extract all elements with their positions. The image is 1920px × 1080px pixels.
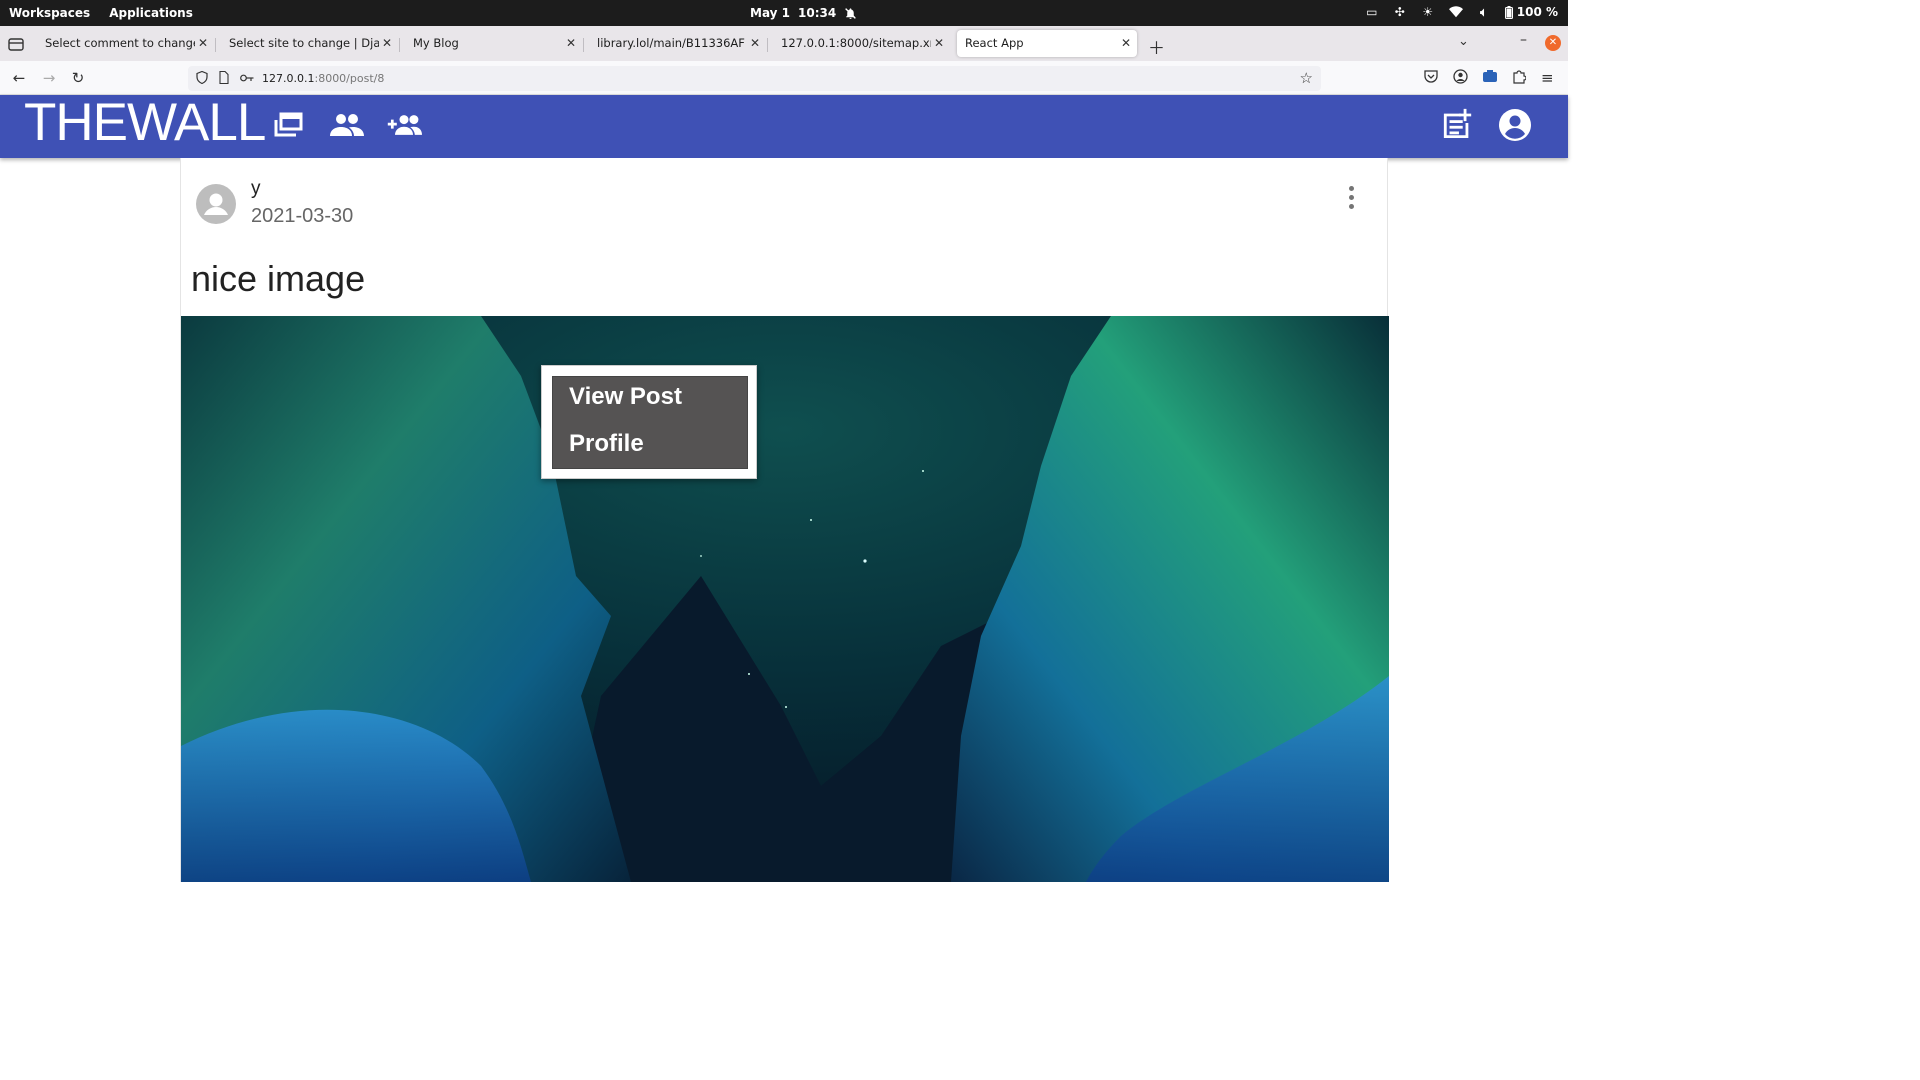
post-author[interactable]: y	[251, 178, 261, 200]
post-date: 2021-03-30	[251, 205, 354, 227]
posts-collection-icon[interactable]	[270, 109, 306, 141]
menu-item-view-post[interactable]: View Post	[569, 383, 682, 411]
people-icon[interactable]	[329, 109, 365, 141]
new-post-icon[interactable]	[1440, 107, 1476, 139]
tab-react-app[interactable]: React App ✕	[957, 30, 1137, 57]
post-title: nice image	[191, 258, 366, 299]
bookmark-star-icon[interactable]: ☆	[1300, 69, 1313, 87]
tab-label: My Blog	[413, 36, 459, 50]
account-circle-icon[interactable]	[1498, 108, 1532, 142]
menu-item-profile[interactable]: Profile	[569, 430, 644, 458]
brightness-icon[interactable]: ☀	[1421, 5, 1435, 19]
context-menu: View Post Profile	[541, 365, 757, 479]
close-tab-icon[interactable]: ✕	[934, 36, 944, 50]
account-icon[interactable]	[1453, 69, 1468, 84]
tab-label: React App	[965, 36, 1024, 50]
minimize-window-button[interactable]: –	[1520, 32, 1527, 48]
forward-arrow-icon[interactable]: →	[40, 69, 58, 87]
default-avatar-icon	[204, 193, 228, 215]
battery-status[interactable]: 100 %	[1504, 5, 1558, 19]
app-header: THEWALL	[0, 92, 1568, 158]
close-tab-icon[interactable]: ✕	[750, 36, 760, 50]
clock-time: 10:34	[798, 6, 837, 20]
close-tab-icon[interactable]: ✕	[1121, 36, 1131, 50]
volume-icon[interactable]: 🔈︎	[1477, 5, 1491, 19]
tab-sitemap[interactable]: 127.0.0.1:8000/sitemap.xml ✕	[773, 30, 950, 57]
clock-date: May 1	[750, 6, 791, 20]
add-friend-icon[interactable]	[386, 109, 422, 141]
clock[interactable]: May 1 10:34	[750, 6, 857, 20]
browser-tab-strip: Select comment to change | Django site a…	[0, 26, 1568, 61]
reload-icon[interactable]: ↻	[69, 69, 87, 87]
tab-django-sites[interactable]: Select site to change | Django site admi…	[221, 30, 398, 57]
slack-tray-icon[interactable]: ✣	[1393, 5, 1407, 19]
list-all-tabs-chevron-icon[interactable]: ⌄	[1458, 34, 1469, 49]
hamburger-menu-icon[interactable]: ≡	[1541, 69, 1554, 87]
tab-django-comments[interactable]: Select comment to change | Django site a…	[37, 30, 214, 57]
tab-label: Select site to change | Django site admi…	[229, 36, 379, 50]
address-bar[interactable]: 127.0.0.1:8000/post/8 ☆	[188, 66, 1321, 91]
shield-icon[interactable]	[196, 71, 208, 84]
context-menu-list: View Post Profile	[552, 376, 748, 469]
tab-library[interactable]: library.lol/main/B11336AF58D5 ✕	[589, 30, 766, 57]
back-arrow-icon[interactable]: ←	[10, 69, 28, 87]
workspaces-menu[interactable]: Workspaces	[9, 6, 90, 20]
extensions-puzzle-icon[interactable]	[1512, 69, 1526, 84]
tab-label: library.lol/main/B11336AF58D5	[597, 36, 745, 50]
url-host: 127.0.0.1	[262, 72, 315, 85]
tab-label: 127.0.0.1:8000/sitemap.xml	[781, 36, 931, 50]
tab-label: Select comment to change | Django site a…	[45, 36, 195, 50]
post-card: y 2021-03-30 nice image	[180, 158, 1389, 882]
close-tab-icon[interactable]: ✕	[198, 36, 208, 50]
os-top-bar: Workspaces Applications May 1 10:34 ▭ ✣ …	[0, 0, 1568, 26]
post-image[interactable]	[181, 316, 1389, 882]
battery-icon	[1504, 5, 1513, 19]
container-extension-icon[interactable]	[1482, 69, 1498, 83]
more-options-icon[interactable]	[1341, 184, 1361, 210]
tab-list-icon[interactable]	[6, 35, 26, 53]
battery-percent: 100 %	[1516, 5, 1558, 19]
url-text[interactable]: 127.0.0.1:8000/post/8	[262, 72, 384, 85]
notifications-off-icon	[845, 7, 857, 19]
page-icon[interactable]	[219, 71, 229, 84]
close-tab-icon[interactable]: ✕	[382, 36, 392, 50]
applications-menu[interactable]: Applications	[109, 6, 193, 20]
wifi-icon[interactable]	[1448, 6, 1463, 18]
avatar[interactable]	[196, 184, 236, 224]
url-path: :8000/post/8	[314, 72, 385, 85]
pocket-icon[interactable]	[1424, 69, 1438, 83]
browser-nav-bar: ← → ↻ 127.0.0.1:8000/post/8 ☆ ≡	[0, 61, 1568, 95]
brand-logo[interactable]: THEWALL	[24, 92, 266, 153]
screen-share-icon[interactable]: ▭	[1365, 5, 1379, 19]
tab-my-blog[interactable]: My Blog ✕	[405, 30, 582, 57]
close-tab-icon[interactable]: ✕	[566, 36, 576, 50]
new-tab-button[interactable]: ＋	[1148, 34, 1165, 59]
close-window-button[interactable]: ✕	[1545, 35, 1561, 51]
key-icon[interactable]	[240, 73, 254, 83]
